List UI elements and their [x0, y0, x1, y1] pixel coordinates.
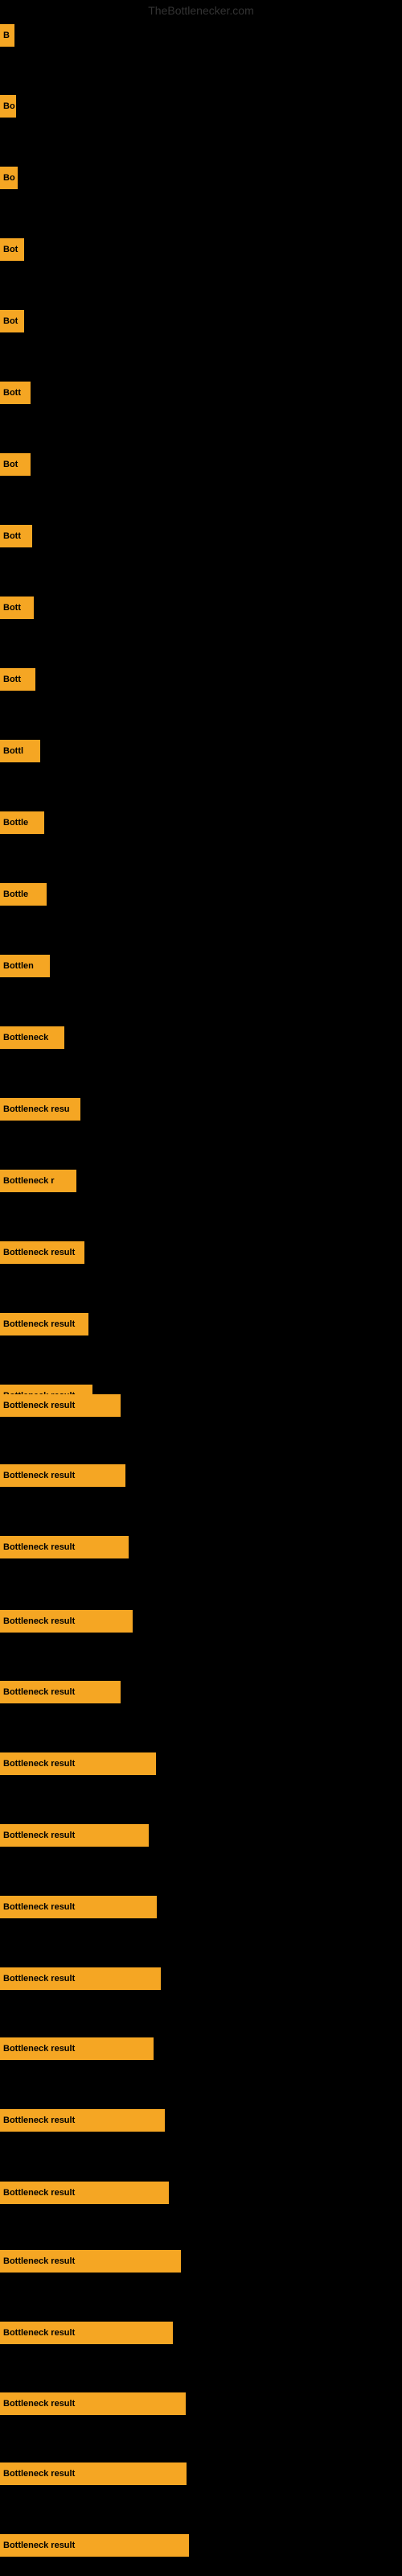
- bar-label: Bottleneck result: [3, 1687, 75, 1697]
- bar-item: Bottleneck r: [0, 1170, 76, 1192]
- bar-label: Bottleneck result: [3, 1974, 75, 1984]
- bar-item: Bottleneck result: [0, 2462, 187, 2485]
- bar-item: Bo: [0, 95, 16, 118]
- bar-item: Bottl: [0, 740, 40, 762]
- bar-label: Bottleneck r: [3, 1176, 55, 1186]
- bar-label: Bo: [3, 173, 15, 183]
- bar-label: Bottlen: [3, 961, 34, 971]
- bar-item: Bottleneck result: [0, 1752, 156, 1775]
- bar-label: Bottleneck result: [3, 2044, 75, 2054]
- bar-label: Bottl: [3, 746, 23, 756]
- bar-item: Bottleneck result: [0, 1241, 84, 1264]
- bar-item: Bottleneck result: [0, 2250, 181, 2273]
- bar-item: Bo: [0, 167, 18, 189]
- bar-item: Bottleneck result: [0, 1681, 121, 1703]
- bar-label: Bott: [3, 675, 21, 684]
- bar-label: Bott: [3, 531, 21, 541]
- bar-label: Bottleneck result: [3, 1471, 75, 1480]
- bar-label: Bottleneck result: [3, 2328, 75, 2338]
- bar-label: Bottleneck result: [3, 1759, 75, 1769]
- bar-label: Bottleneck result: [3, 2116, 75, 2125]
- bar-item: Bottleneck result: [0, 2392, 186, 2415]
- bar-label: Bottleneck result: [3, 2188, 75, 2198]
- bar-item: Bottleneck result: [0, 1610, 133, 1633]
- bar-label: Bottleneck result: [3, 1248, 75, 1257]
- bar-item: Bot: [0, 453, 31, 476]
- bar-item: Bottleneck result: [0, 1394, 121, 1417]
- bar-label: Bott: [3, 603, 21, 613]
- bar-label: Bottleneck result: [3, 2399, 75, 2409]
- bar-label: Bott: [3, 388, 21, 398]
- bar-item: Bot: [0, 310, 24, 332]
- bar-label: Bottleneck result: [3, 2256, 75, 2266]
- bar-item: Bott: [0, 382, 31, 404]
- bar-label: Bottleneck result: [3, 1401, 75, 1410]
- bar-item: Bottleneck result: [0, 1896, 157, 1918]
- bar-label: Bottleneck result: [3, 1616, 75, 1626]
- bar-item: Bottleneck result: [0, 2037, 154, 2060]
- bar-item: Bott: [0, 597, 34, 619]
- bar-item: Bot: [0, 238, 24, 261]
- bar-label: B: [3, 31, 10, 40]
- bar-label: Bottle: [3, 818, 28, 828]
- bar-item: Bottleneck result: [0, 1313, 88, 1335]
- bar-item: B: [0, 24, 14, 47]
- bar-item: Bottleneck result: [0, 2534, 189, 2557]
- bar-item: Bottleneck: [0, 1026, 64, 1049]
- bar-label: Bottleneck result: [3, 1542, 75, 1552]
- bar-label: Bot: [3, 316, 18, 326]
- bar-label: Bottleneck result: [3, 1902, 75, 1912]
- bar-item: Bottleneck result: [0, 1464, 125, 1487]
- bar-item: Bottleneck result: [0, 1824, 149, 1847]
- bar-item: Bottleneck result: [0, 1967, 161, 1990]
- bar-item: Bottleneck result: [0, 2182, 169, 2204]
- bar-label: Bot: [3, 245, 18, 254]
- bar-item: Bottleneck resu: [0, 1098, 80, 1121]
- bar-item: Bottleneck result: [0, 2109, 165, 2132]
- site-title: TheBottlenecker.com: [148, 4, 254, 17]
- bar-label: Bottleneck result: [3, 2541, 75, 2550]
- bar-label: Bo: [3, 101, 15, 111]
- bar-item: Bottleneck result: [0, 2322, 173, 2344]
- bar-label: Bottle: [3, 890, 28, 899]
- bar-item: Bottleneck result: [0, 1536, 129, 1558]
- bar-label: Bot: [3, 460, 18, 469]
- bar-item: Bott: [0, 668, 35, 691]
- bar-label: Bottleneck result: [3, 1831, 75, 1840]
- bar-item: Bott: [0, 525, 32, 547]
- bar-label: Bottleneck result: [3, 1319, 75, 1329]
- bar-item: Bottle: [0, 811, 44, 834]
- bar-label: Bottleneck: [3, 1033, 48, 1042]
- bar-label: Bottleneck result: [3, 2469, 75, 2479]
- bar-item: Bottle: [0, 883, 47, 906]
- bar-item: Bottlen: [0, 955, 50, 977]
- bar-label: Bottleneck resu: [3, 1104, 70, 1114]
